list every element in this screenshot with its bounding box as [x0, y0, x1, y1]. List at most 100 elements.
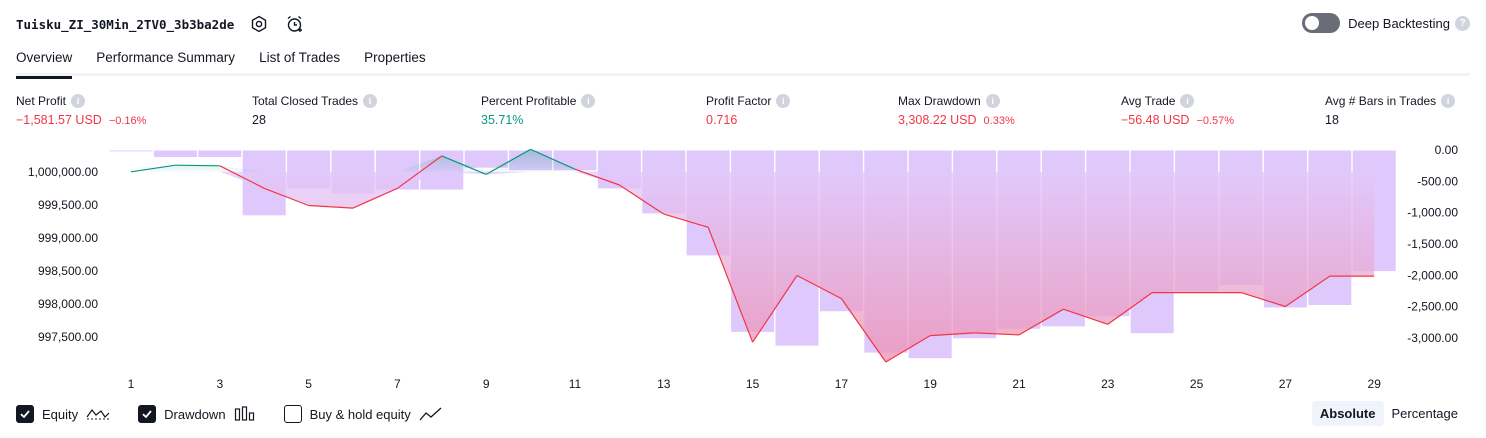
left-axis: 1,000,000.00 999,500.00 999,000.00 998,500.…: [28, 165, 98, 344]
metric-percent: −0.57%: [1196, 115, 1235, 127]
metric-percent: 0.33%: [983, 115, 1015, 127]
info-icon[interactable]: i: [985, 94, 1000, 108]
drawdown-bar: [152, 149, 198, 158]
metric-total-closed-trades: Total Closed Trades i 28: [252, 92, 378, 129]
metric-value: 35.71%: [481, 113, 595, 129]
x-axis-tick: 25: [1190, 377, 1204, 391]
right-axis-tick: -500.00: [1417, 174, 1458, 188]
right-axis-tick: -2,000.00: [1407, 268, 1458, 282]
right-axis-tick: -2,500.00: [1407, 300, 1458, 314]
metric-value-text: 0.716: [706, 113, 738, 127]
x-axis-tick: 3: [216, 377, 223, 391]
x-axis-tick: 19: [924, 377, 938, 391]
help-question-icon[interactable]: ?: [1455, 15, 1470, 31]
x-axis-tick: 23: [1101, 377, 1115, 391]
legend-drawdown[interactable]: Drawdown: [138, 405, 255, 423]
right-axis-tick: 0.00: [1435, 143, 1459, 157]
x-axis-tick: 29: [1368, 377, 1382, 391]
x-axis-tick: 13: [657, 377, 671, 391]
buy-hold-line-icon: [419, 406, 443, 422]
deep-backtesting-toggle[interactable]: [1302, 13, 1341, 33]
info-icon[interactable]: i: [581, 94, 596, 108]
metric-value: 0.716: [706, 113, 790, 129]
metrics-row: Net Profit i −1,581.57 USD −0.16% Total Cl…: [16, 92, 1470, 132]
metric-label: Avg Trade i: [1121, 92, 1234, 110]
metric-label-text: Percent Profitable: [481, 94, 577, 108]
buy-hold-checkbox[interactable]: [283, 405, 302, 423]
x-axis: 1 3 5 7 9 11 13 15 17 19 21 23 25 27 29: [128, 377, 1382, 391]
metric-max-drawdown: Max Drawdown i 3,308.22 USD 0.33%: [898, 92, 1015, 129]
tab-performance-summary[interactable]: Performance Summary: [96, 48, 235, 76]
metric-label: Max Drawdown i: [898, 92, 1015, 110]
left-axis-tick: 997,500.00: [38, 330, 98, 344]
x-axis-tick: 9: [483, 377, 490, 391]
legend-equity[interactable]: Equity: [16, 405, 110, 423]
drawdown-bars-icon: [234, 406, 256, 422]
info-icon[interactable]: i: [1441, 94, 1456, 108]
drawdown-checkbox[interactable]: [138, 405, 157, 423]
metric-label: Avg # Bars in Trades i: [1325, 92, 1456, 110]
metric-avg-trade: Avg Trade i −56.48 USD −0.57%: [1121, 92, 1234, 129]
info-icon[interactable]: i: [71, 94, 86, 108]
right-axis-tick: -3,000.00: [1407, 331, 1458, 345]
metric-label: Percent Profitable i: [481, 92, 596, 110]
tab-list-of-trades[interactable]: List of Trades: [259, 48, 340, 76]
drawdown-bar: [108, 149, 154, 153]
left-axis-tick: 998,500.00: [38, 264, 98, 278]
x-axis-tick: 21: [1012, 377, 1026, 391]
legend-buy-hold[interactable]: Buy & hold equity: [283, 405, 443, 423]
right-axis-tick: -1,500.00: [1407, 237, 1458, 251]
toggle-knob: [1305, 16, 1320, 30]
absolute-button[interactable]: Absolute: [1311, 401, 1384, 426]
legend-label: Drawdown: [164, 406, 226, 422]
settings-gear-icon[interactable]: [248, 13, 270, 35]
equity-drawdown-chart[interactable]: 1,000,000.00 999,500.00 999,000.00 998,500.…: [0, 140, 1486, 400]
info-icon[interactable]: i: [363, 94, 378, 108]
metric-value-text: −1,581.57 USD: [16, 113, 102, 127]
left-axis-tick: 999,500.00: [38, 198, 98, 212]
left-axis-tick: 998,000.00: [38, 297, 98, 311]
percentage-button[interactable]: Percentage: [1384, 401, 1467, 426]
tab-overview[interactable]: Overview: [16, 48, 73, 79]
metric-value: 3,308.22 USD 0.33%: [898, 113, 1015, 129]
metric-value-text: 18: [1325, 113, 1339, 127]
equity-line-icon: [86, 406, 110, 422]
x-axis-tick: 5: [305, 377, 312, 391]
add-alert-clock-icon[interactable]: [284, 13, 306, 35]
metric-avg-bars-in-trades: Avg # Bars in Trades i 18: [1325, 92, 1456, 129]
equity-checkbox[interactable]: [16, 405, 34, 423]
tab-properties[interactable]: Properties: [364, 48, 426, 76]
metric-value: −56.48 USD −0.57%: [1121, 113, 1234, 129]
metric-label-text: Net Profit: [16, 94, 67, 108]
metric-percent-profitable: Percent Profitable i 35.71%: [481, 92, 596, 129]
x-axis-tick: 17: [835, 377, 849, 391]
report-tabs: Overview Performance Summary List of Tra…: [16, 48, 1470, 79]
metric-value-text: 35.71%: [481, 113, 524, 127]
metric-profit-factor: Profit Factor i 0.716: [706, 92, 791, 129]
info-icon[interactable]: i: [776, 94, 791, 108]
metric-label: Net Profit i: [16, 92, 146, 110]
metric-value-text: 28: [252, 113, 266, 127]
info-icon[interactable]: i: [1180, 94, 1195, 108]
metric-value: −1,581.57 USD −0.16%: [16, 113, 146, 129]
chart-svg[interactable]: 1,000,000.00 999,500.00 999,000.00 998,500.…: [0, 140, 1486, 400]
value-mode-switch: Absolute Percentage: [1311, 401, 1467, 426]
metric-label-text: Avg Trade: [1121, 94, 1176, 108]
x-axis-tick: 27: [1279, 377, 1293, 391]
metric-label-text: Max Drawdown: [898, 94, 981, 108]
right-axis-tick: -1,000.00: [1407, 206, 1458, 220]
equity-loss-area: [131, 171, 1375, 362]
drawdown-bar: [197, 149, 243, 158]
metric-value: 18: [1325, 113, 1455, 129]
metric-net-profit: Net Profit i −1,581.57 USD −0.16%: [16, 92, 146, 129]
legend-label: Buy & hold equity: [309, 406, 411, 422]
x-axis-tick: 7: [394, 377, 401, 391]
metric-value-text: 3,308.22 USD: [898, 113, 977, 127]
strategy-header: Tuisku_ZI_30Min_2TV0_3b3ba2de: [16, 12, 306, 36]
x-axis-tick: 11: [569, 377, 582, 391]
right-axis: 0.00 -500.00 -1,000.00 -1,500.00 -2,000.00 -2…: [1407, 143, 1458, 345]
metric-value: 28: [252, 113, 377, 129]
strategy-title: Tuisku_ZI_30Min_2TV0_3b3ba2de: [16, 16, 235, 32]
x-axis-tick: 1: [128, 377, 135, 391]
equity-area: [131, 149, 1375, 362]
